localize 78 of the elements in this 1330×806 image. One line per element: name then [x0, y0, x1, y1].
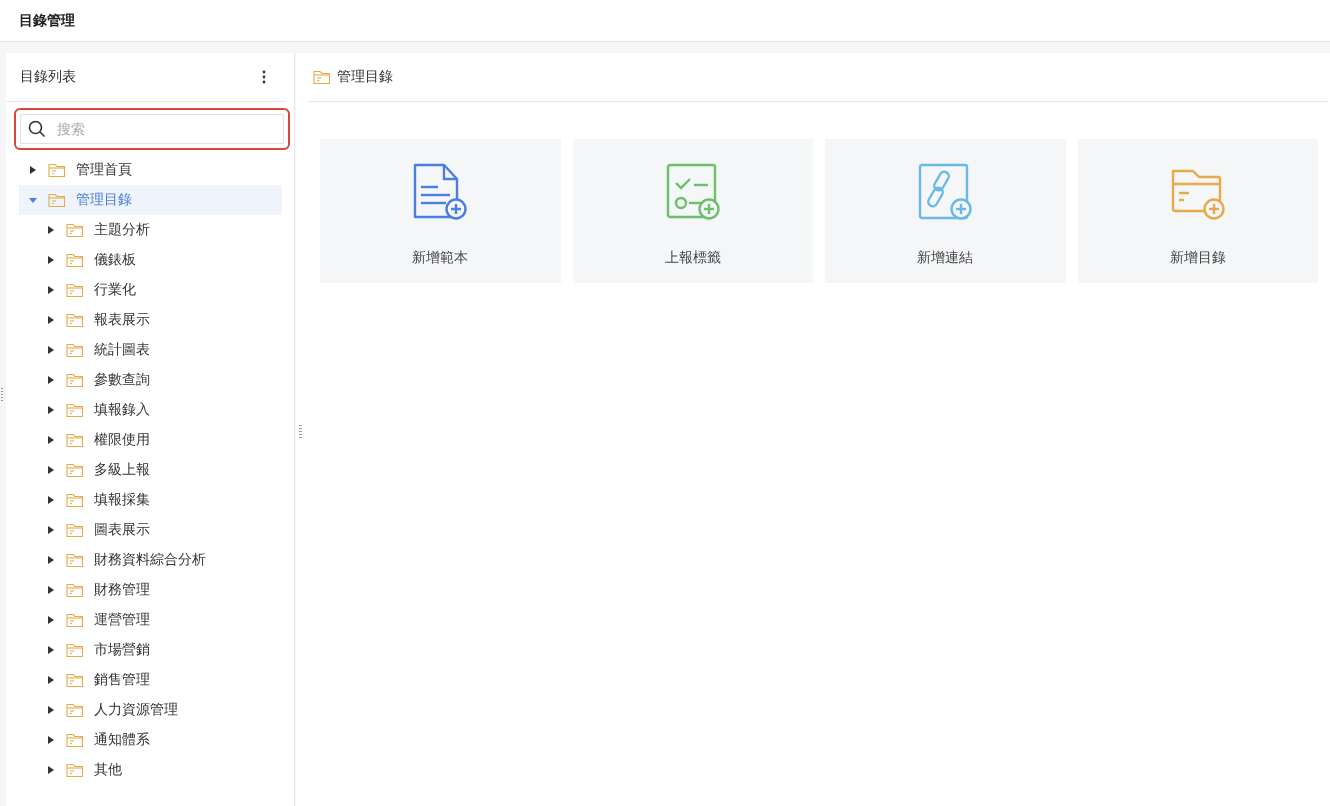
caret-icon[interactable] — [46, 585, 56, 595]
search-field[interactable]: 搜索 — [20, 114, 284, 144]
action-card[interactable]: 新增連結 — [825, 139, 1066, 283]
folder-icon — [66, 582, 84, 598]
folder-icon — [66, 612, 84, 628]
sidebar-title: 目錄列表 — [20, 68, 76, 86]
caret-icon[interactable] — [46, 405, 56, 415]
tree-item[interactable]: 財務資料綜合分析 — [19, 545, 282, 575]
tree-item[interactable]: 管理目錄 — [19, 185, 282, 215]
folder-icon — [66, 462, 84, 478]
caret-icon[interactable] — [46, 765, 56, 775]
caret-icon[interactable] — [46, 435, 56, 445]
checklist-add-icon — [664, 163, 721, 221]
folder-icon — [66, 372, 84, 388]
tree-item[interactable]: 圖表展示 — [19, 515, 282, 545]
caret-icon[interactable] — [46, 315, 56, 325]
caret-icon[interactable] — [46, 645, 56, 655]
tree-item[interactable]: 市場營銷 — [19, 635, 282, 665]
caret-icon[interactable] — [28, 165, 38, 175]
resize-handle[interactable] — [1, 388, 3, 402]
resize-handle[interactable] — [299, 425, 302, 439]
caret-icon[interactable] — [46, 285, 56, 295]
tree-item[interactable]: 報表展示 — [19, 305, 282, 335]
folder-icon — [66, 522, 84, 538]
tree-item[interactable]: 多級上報 — [19, 455, 282, 485]
folder-icon — [66, 762, 84, 778]
action-card[interactable]: 上報標籤 — [572, 139, 813, 283]
folder-icon — [66, 402, 84, 418]
folder-icon — [48, 192, 66, 208]
tree-item[interactable]: 銷售管理 — [19, 665, 282, 695]
tree-item[interactable]: 參數查詢 — [19, 365, 282, 395]
tree-item[interactable]: 運營管理 — [19, 605, 282, 635]
folder-icon — [66, 732, 84, 748]
caret-icon[interactable] — [46, 495, 56, 505]
tree-item[interactable]: 填報採集 — [19, 485, 282, 515]
tree-item[interactable]: 統計圖表 — [19, 335, 282, 365]
caret-icon[interactable] — [46, 735, 56, 745]
folder-icon — [66, 672, 84, 688]
action-card[interactable]: 新增範本 — [320, 139, 561, 283]
tree-item[interactable]: 填報錄入 — [19, 395, 282, 425]
folder-icon — [66, 222, 84, 238]
caret-icon[interactable] — [46, 345, 56, 355]
tree-item[interactable]: 通知體系 — [19, 725, 282, 755]
folder-icon — [66, 492, 84, 508]
folder-icon — [313, 69, 331, 85]
tree-item[interactable]: 儀錶板 — [19, 245, 282, 275]
tree-item[interactable]: 人力資源管理 — [19, 695, 282, 725]
link-add-icon — [917, 163, 974, 221]
caret-icon[interactable] — [46, 705, 56, 715]
document-add-icon — [412, 163, 469, 221]
caret-icon[interactable] — [46, 615, 56, 625]
tree-item[interactable]: 其他 — [19, 755, 282, 785]
breadcrumb-title: 管理目錄 — [337, 68, 393, 86]
folder-icon — [66, 642, 84, 658]
folder-icon — [66, 342, 84, 358]
caret-icon[interactable] — [46, 225, 56, 235]
folder-icon — [48, 162, 66, 178]
folder-icon — [66, 282, 84, 298]
tree-item[interactable]: 財務管理 — [19, 575, 282, 605]
caret-icon[interactable] — [46, 555, 56, 565]
tree-item[interactable]: 權限使用 — [19, 425, 282, 455]
tree-item[interactable]: 主題分析 — [19, 215, 282, 245]
folder-icon — [66, 552, 84, 568]
caret-icon[interactable] — [46, 525, 56, 535]
tree-item[interactable]: 管理首頁 — [19, 155, 282, 185]
search-icon — [28, 120, 46, 138]
action-card[interactable]: 新增目錄 — [1077, 139, 1318, 283]
folder-icon — [66, 312, 84, 328]
folder-icon — [66, 252, 84, 268]
folder-icon — [66, 432, 84, 448]
page-title: 目錄管理 — [19, 11, 75, 30]
caret-icon[interactable] — [46, 465, 56, 475]
caret-icon[interactable] — [46, 675, 56, 685]
tree-item[interactable]: 行業化 — [19, 275, 282, 305]
folder-icon — [66, 702, 84, 718]
more-icon[interactable] — [262, 70, 266, 84]
caret-icon[interactable] — [46, 255, 56, 265]
caret-icon[interactable] — [46, 375, 56, 385]
